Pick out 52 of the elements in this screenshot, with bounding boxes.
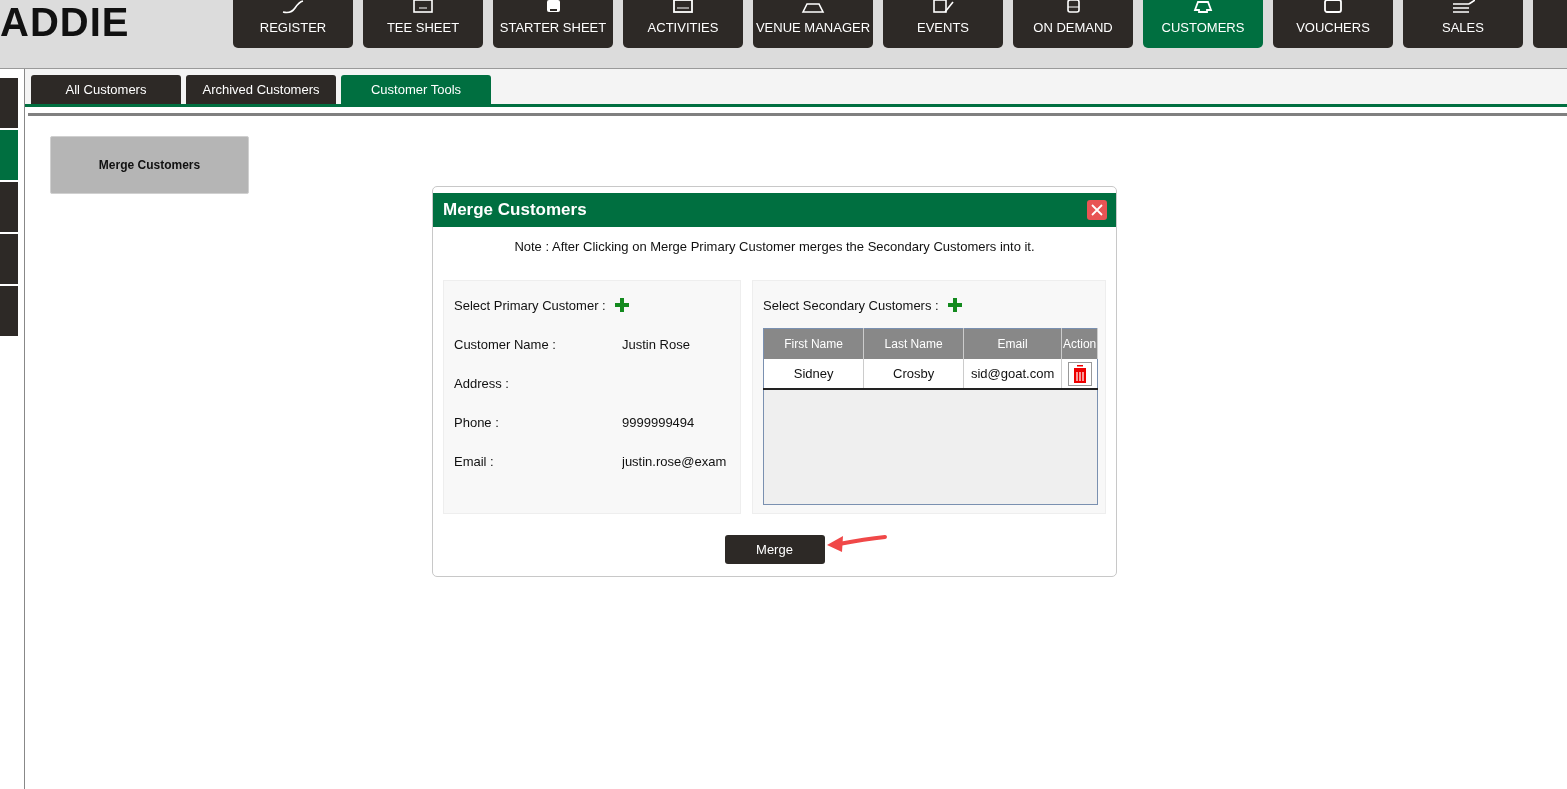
lines-icon [1451,0,1475,14]
nav-button[interactable]: TEE SHEET [363,0,483,48]
nav-button[interactable]: STARTER SHEET [493,0,613,48]
note-text: Note : After Clicking on Merge Primary Customer merges the Secondary Customers into it. [513,239,1036,254]
field-value: justin.rose@exam [622,453,728,469]
field-label: Phone : [454,414,500,430]
sidebar-item[interactable] [0,286,18,336]
monitor-icon [671,0,695,14]
nav-button[interactable]: CUSTOMERS [1143,0,1263,48]
close-icon [1090,203,1104,217]
field-value: 9999999494 [622,414,696,430]
column-header: Action [1061,328,1098,359]
field-label: Email : [454,453,495,469]
sidebar-item[interactable] [0,182,18,232]
table-cell: Crosby [863,359,964,389]
monitor-icon [411,0,435,14]
laptop-icon [801,0,825,14]
nav-button[interactable]: VOUCHERS [1273,0,1393,48]
merge-button[interactable]: Merge [724,535,825,564]
table-cell: Sidney [763,359,864,389]
column-header: First Name [763,328,864,359]
plus-icon[interactable] [614,298,629,312]
column-header: Email [963,328,1062,359]
table-cell: sid@goat.com [963,359,1062,389]
sidebar-item[interactable] [0,130,18,180]
section-label: Select Secondary Customers : [763,297,939,313]
merge-customers-button[interactable]: Merge Customers [50,136,249,194]
sidebar-item[interactable] [0,234,18,284]
field-label: Address : [454,375,510,391]
tab[interactable]: Customer Tools [341,75,491,104]
sidebar-item[interactable] [0,78,18,128]
field-label: Customer Name : [454,336,557,352]
plus-icon[interactable] [947,298,962,312]
nav-button[interactable]: ON DEMAND [1013,0,1133,48]
delete-button[interactable] [1067,361,1092,386]
nav-button[interactable]: SALES [1403,0,1523,48]
card-icon [1321,0,1345,14]
tab[interactable]: All Customers [31,75,181,104]
logo: ADDIE [0,0,131,44]
close-button[interactable] [1087,200,1107,220]
section-label: Select Primary Customer : [454,297,606,313]
dialog-title: Merge Customers [443,200,587,220]
arrow-annotation [827,535,887,552]
nav-button[interactable]: REGISTER [233,0,353,48]
nav-button[interactable]: VENUE MANAGER [753,0,873,48]
field-value: Justin Rose [622,336,691,352]
nav-button[interactable]: EVENTS [883,0,1003,48]
nav-button[interactable]: ACTIVITIES [623,0,743,48]
tab[interactable]: Archived Customers [186,75,336,104]
column-header: Last Name [863,328,964,359]
pencil-icon [931,0,955,14]
trash-icon [1073,364,1086,383]
